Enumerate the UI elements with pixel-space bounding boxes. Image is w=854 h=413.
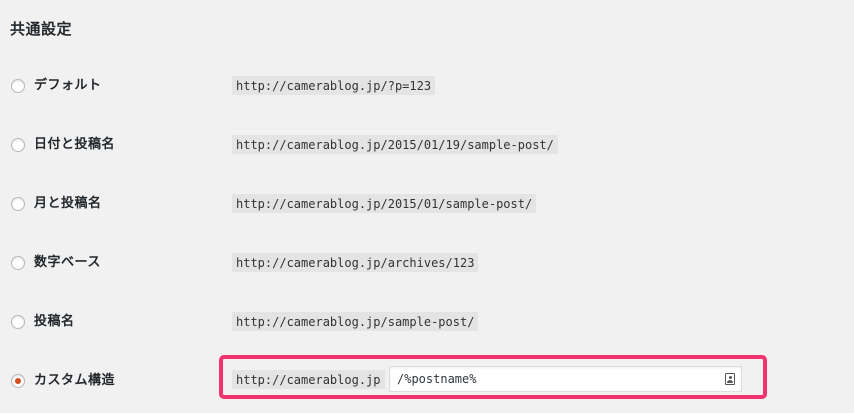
permalink-option-numeric[interactable]: 数字ベース http://camerablog.jp/archives/123 xyxy=(0,248,854,278)
section-title: 共通設定 xyxy=(10,20,73,38)
permalink-option-default[interactable]: デフォルト http://camerablog.jp/?p=123 xyxy=(0,71,854,101)
permalink-settings-page: 共通設定 デフォルト http://camerablog.jp/?p=123 日… xyxy=(0,0,854,413)
radio-numeric[interactable] xyxy=(11,256,25,270)
permalink-option-month-and-name[interactable]: 月と投稿名 http://camerablog.jp/2015/01/sampl… xyxy=(0,189,854,219)
custom-structure-input[interactable] xyxy=(390,367,716,391)
option-label-day-and-name[interactable]: 日付と投稿名 xyxy=(34,136,115,154)
radio-month-and-name[interactable] xyxy=(11,197,25,211)
option-label-default[interactable]: デフォルト xyxy=(34,77,102,95)
example-url-numeric: http://camerablog.jp/archives/123 xyxy=(232,253,479,272)
radio-post-name[interactable] xyxy=(11,315,25,329)
option-label-month-and-name[interactable]: 月と投稿名 xyxy=(34,195,102,213)
radio-day-and-name[interactable] xyxy=(11,138,25,152)
option-label-custom[interactable]: カスタム構造 xyxy=(34,372,115,390)
example-url-default: http://camerablog.jp/?p=123 xyxy=(232,76,436,95)
option-label-numeric[interactable]: 数字ベース xyxy=(34,254,101,272)
contact-card-icon-body xyxy=(727,380,733,383)
contact-card-icon-head xyxy=(729,376,732,379)
example-url-day-and-name: http://camerablog.jp/2015/01/19/sample-p… xyxy=(232,135,558,154)
example-url-month-and-name: http://camerablog.jp/2015/01/sample-post… xyxy=(232,194,537,213)
radio-custom[interactable] xyxy=(11,374,25,388)
option-label-post-name[interactable]: 投稿名 xyxy=(34,313,75,331)
example-url-post-name: http://camerablog.jp/sample-post/ xyxy=(232,312,479,331)
radio-default[interactable] xyxy=(11,79,25,93)
contact-card-icon[interactable] xyxy=(725,373,735,385)
custom-structure-base-url: http://camerablog.jp xyxy=(232,370,385,389)
radio-selected-dot xyxy=(15,378,21,384)
permalink-option-post-name[interactable]: 投稿名 http://camerablog.jp/sample-post/ xyxy=(0,307,854,337)
permalink-option-day-and-name[interactable]: 日付と投稿名 http://camerablog.jp/2015/01/19/s… xyxy=(0,130,854,160)
custom-structure-field[interactable] xyxy=(389,366,742,392)
